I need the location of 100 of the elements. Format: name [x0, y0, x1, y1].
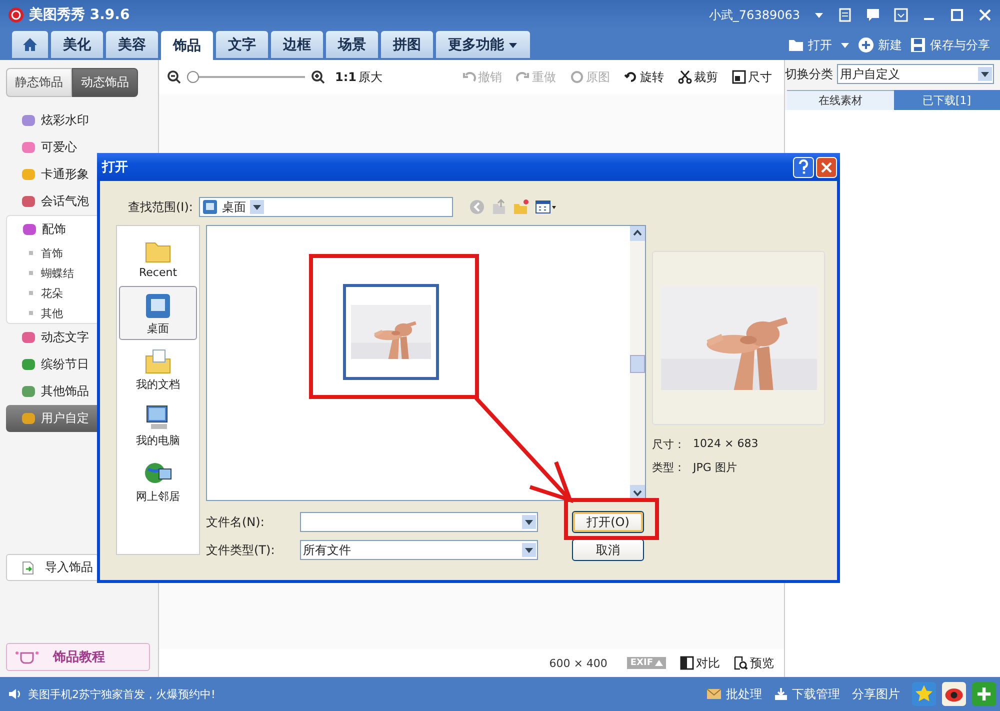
document-icon[interactable]: [838, 8, 852, 22]
tutorial-button[interactable]: 饰品教程: [6, 643, 150, 671]
nav-tab[interactable]: 拼图: [381, 31, 433, 58]
circle-icon: [570, 70, 584, 84]
sticker-icon: [22, 359, 35, 370]
sidebar-subitem[interactable]: 花朵: [7, 283, 63, 303]
save-icon: [910, 37, 926, 53]
size-value: 1024 × 683: [693, 437, 758, 452]
magnifier-icon: [734, 656, 748, 670]
split-square-icon: [680, 656, 694, 670]
folder-icon: [143, 346, 173, 376]
sticker-icon: [22, 115, 35, 126]
plus-icon: [858, 37, 874, 53]
scroll-thumb[interactable]: [630, 355, 645, 373]
zoom-slider[interactable]: [187, 71, 305, 83]
place-item[interactable]: 我的文档: [119, 342, 197, 396]
look-in-label: 查找范围(I):: [128, 198, 193, 216]
scrollbar[interactable]: [630, 226, 645, 500]
material-tab[interactable]: 已下载[1]: [894, 90, 1000, 110]
slider-thumb[interactable]: [187, 71, 199, 83]
nav-tab[interactable]: 美化: [51, 31, 103, 58]
mode-toggle[interactable]: 动态饰品: [72, 68, 138, 97]
rotate-button[interactable]: 旋转: [620, 68, 668, 86]
compare-button[interactable]: 对比: [676, 654, 724, 672]
nav-tab[interactable]: 边框: [271, 31, 323, 58]
document-icon: [21, 560, 35, 574]
type-value: JPG 图片: [693, 460, 737, 475]
preview-button[interactable]: 预览: [730, 654, 778, 672]
filename-field[interactable]: [300, 512, 538, 532]
window-icon[interactable]: [894, 8, 908, 22]
new-folder-icon[interactable]: [512, 199, 529, 215]
download-button[interactable]: 下载管理: [774, 686, 840, 702]
place-item[interactable]: Recent: [119, 230, 197, 284]
close-icon[interactable]: [978, 8, 992, 22]
speaker-icon: [8, 687, 22, 701]
sticker-icon: [22, 386, 35, 397]
category-select[interactable]: 用户自定义: [837, 64, 994, 84]
sticker-icon: [22, 142, 35, 153]
help-icon[interactable]: [793, 156, 814, 178]
nav-tab[interactable]: 场景: [326, 31, 378, 58]
resize-button[interactable]: 尺寸: [728, 68, 776, 86]
star-app-icon[interactable]: [912, 682, 936, 706]
open-button[interactable]: 打开: [788, 36, 832, 54]
hand-icon: [15, 649, 39, 665]
filetype-label: 文件类型(T):: [206, 542, 276, 558]
actual-size-button[interactable]: 1:1 原大: [331, 68, 386, 86]
home-tab[interactable]: [12, 31, 48, 58]
view-menu-icon[interactable]: [534, 199, 557, 215]
look-in-select[interactable]: 桌面: [198, 197, 453, 217]
sticker-icon: [22, 196, 35, 207]
bullet-icon: [29, 251, 33, 255]
zoom-out-icon[interactable]: [167, 70, 181, 84]
maximize-icon[interactable]: [950, 8, 964, 22]
home-icon: [22, 36, 38, 52]
bullet-icon: [29, 291, 33, 295]
download-icon: [774, 687, 788, 701]
resize-icon: [732, 70, 746, 84]
scroll-up-icon[interactable]: [630, 226, 645, 241]
share-button[interactable]: 分享图片: [852, 686, 900, 702]
type-label: 类型：: [652, 460, 685, 475]
caret-icon[interactable]: [840, 40, 850, 50]
image-size: 600 × 400: [549, 656, 608, 670]
new-button[interactable]: 新建: [858, 36, 902, 54]
close-icon[interactable]: [816, 156, 837, 178]
file-thumbnail[interactable]: [343, 284, 439, 380]
caret-icon[interactable]: [814, 10, 824, 20]
place-item[interactable]: 桌面: [119, 286, 197, 340]
sidebar-subitem[interactable]: 蝴蝶结: [7, 263, 74, 283]
filetype-select[interactable]: 所有文件: [300, 540, 538, 560]
add-app-icon[interactable]: [972, 682, 996, 706]
crop-button[interactable]: 裁剪: [674, 68, 722, 86]
app-logo-icon: [8, 7, 24, 23]
sidebar-item[interactable]: 配饰: [7, 216, 66, 243]
user-name[interactable]: 小武_76389063: [708, 6, 800, 24]
announcement-text[interactable]: 美图手机2苏宁独家首发，火爆预约中!: [28, 686, 216, 702]
chat-icon[interactable]: [866, 8, 880, 22]
batch-button[interactable]: 批处理: [706, 686, 762, 702]
more-menu-tab[interactable]: 更多功能: [436, 31, 530, 58]
sidebar-item[interactable]: 炫彩水印: [6, 107, 158, 134]
sidebar-subitem[interactable]: 首饰: [7, 243, 63, 263]
sticker-icon: [22, 169, 35, 180]
nav-tab[interactable]: 饰品: [161, 31, 213, 60]
place-item[interactable]: 网上邻居: [119, 454, 197, 508]
category-label: 切换分类: [785, 66, 833, 82]
cancel-button[interactable]: 取消: [572, 539, 644, 561]
open-button[interactable]: 打开(O): [572, 511, 644, 533]
sticker-icon: [22, 413, 35, 424]
eye-app-icon[interactable]: [942, 682, 966, 706]
material-tab[interactable]: 在线素材: [787, 90, 894, 110]
mode-toggle[interactable]: 静态饰品: [6, 68, 72, 97]
zoom-in-icon[interactable]: [311, 70, 325, 84]
triangle-icon: [655, 659, 663, 667]
nav-tab[interactable]: 美容: [106, 31, 158, 58]
envelope-icon: [706, 686, 722, 702]
dialog-title: 打开: [102, 159, 128, 176]
redo-icon: [516, 70, 530, 84]
save-share-button[interactable]: 保存与分享: [910, 36, 990, 54]
sidebar-subitem[interactable]: 其他: [7, 303, 63, 323]
nav-tab[interactable]: 文字: [216, 31, 268, 58]
desktop-icon: [202, 199, 218, 215]
